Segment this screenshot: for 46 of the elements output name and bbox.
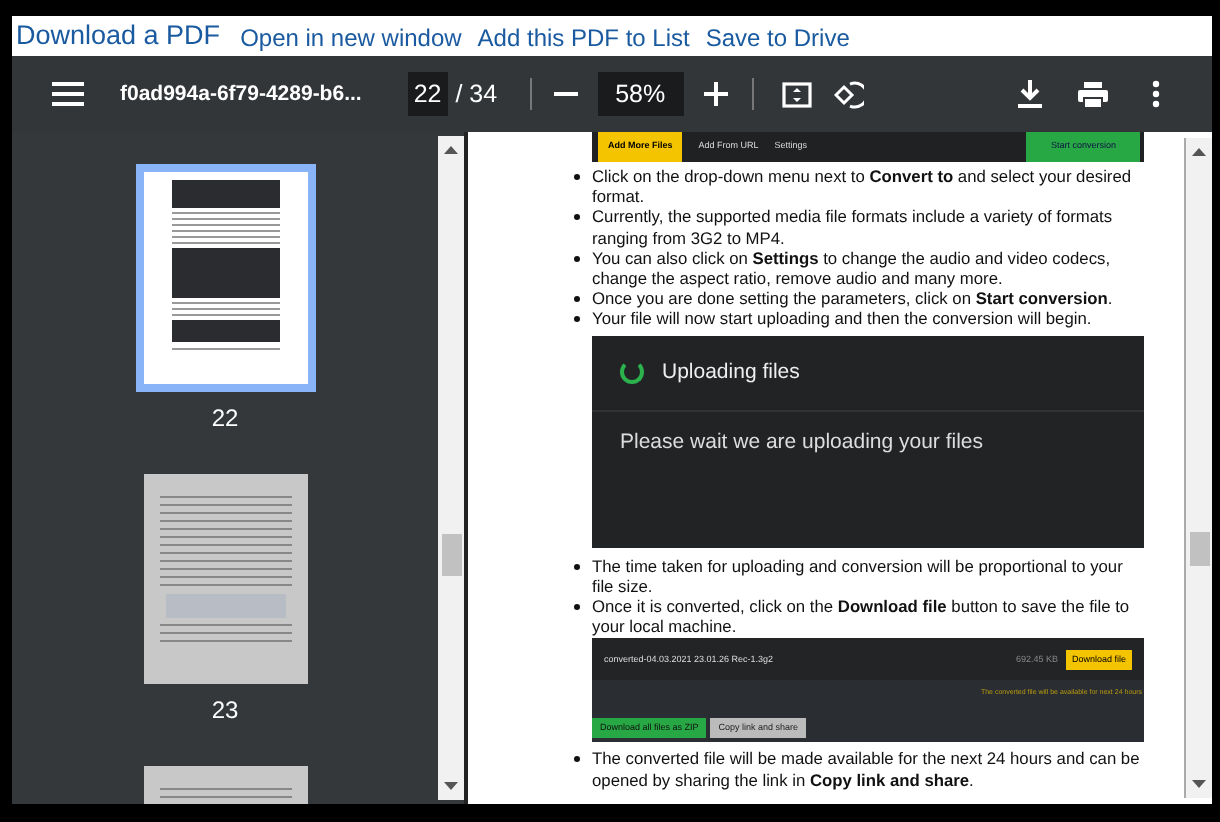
print-icon[interactable]: [1078, 81, 1108, 107]
link[interactable]: Download a PDF: [16, 18, 221, 54]
scroll-up-icon[interactable]: [444, 146, 458, 154]
list-item-text: You can also click on Settings to change the audio and video codecs, change the aspect ratio, remove audio and many more.: [592, 247, 1113, 289]
page-count: / 34: [455, 77, 498, 112]
panel-message: Please wait we are uploading your files: [618, 431, 986, 452]
zoom-in-icon[interactable]: [703, 82, 728, 106]
page-label: 22: [211, 402, 239, 436]
link[interactable]: Open in new window: [240, 22, 462, 54]
bullet-icon: [574, 214, 580, 221]
bullet-icon: [574, 563, 580, 570]
list-item-text: Once you are done setting the parameters, click on Start conversion.: [592, 288, 1115, 309]
scroll-down-icon[interactable]: [444, 782, 458, 790]
list-item-text: Once it is converted, click on the Download file button to save the file to your local machine.: [592, 596, 1132, 637]
menu-icon[interactable]: [52, 82, 84, 106]
page-number-field[interactable]: 22: [407, 71, 448, 117]
download-icon[interactable]: [1018, 80, 1042, 108]
rotate-icon[interactable]: [833, 79, 864, 109]
link[interactable]: Add this PDF to List: [477, 22, 690, 54]
list-item-text: Click on the drop-down menu next to Convert to and select your desired format.: [592, 166, 1134, 207]
scrollbar-thumb[interactable]: [441, 534, 461, 576]
list-item-text: The converted file will be made available for the next 24 hours and can be opened by sharing the link in Copy link and share.: [592, 748, 1142, 790]
bullet-icon: [574, 174, 580, 180]
bullet-icon: [574, 316, 580, 323]
list-item-text: Currently, the supported media file formats include a variety of formats ranging from 3G2 to MP4.: [592, 206, 1115, 248]
link[interactable]: Save to Drive: [705, 22, 850, 54]
zoom-field[interactable]: 58%: [597, 71, 684, 117]
more-options-icon[interactable]: [1152, 80, 1160, 108]
bullet-icon: [574, 756, 580, 763]
scroll-up-icon[interactable]: [1192, 148, 1206, 156]
file-name: f0ad994a-6f79-4289-b6...: [120, 80, 362, 108]
scrollbar[interactable]: [1184, 138, 1212, 798]
bullet-icon: [574, 255, 580, 262]
page-thumbnail[interactable]: [143, 474, 307, 684]
scrollbar-thumb[interactable]: [1189, 532, 1209, 566]
page-label: 23: [211, 694, 239, 728]
bullet-icon: [574, 604, 580, 611]
fit-page-icon[interactable]: [781, 81, 812, 107]
list-item-text: Your file will now start uploading and then the conversion will begin.: [592, 308, 1094, 330]
bullet-icon: [574, 296, 580, 303]
spinner-icon: [620, 360, 644, 385]
panel-title: Uploading files: [662, 362, 800, 383]
list-item-text: The time taken for uploading and conversion will be proportional to your file size.: [592, 555, 1125, 597]
scroll-down-icon[interactable]: [1192, 780, 1206, 788]
scrollbar[interactable]: [438, 136, 464, 800]
page-thumbnail[interactable]: [135, 164, 315, 392]
